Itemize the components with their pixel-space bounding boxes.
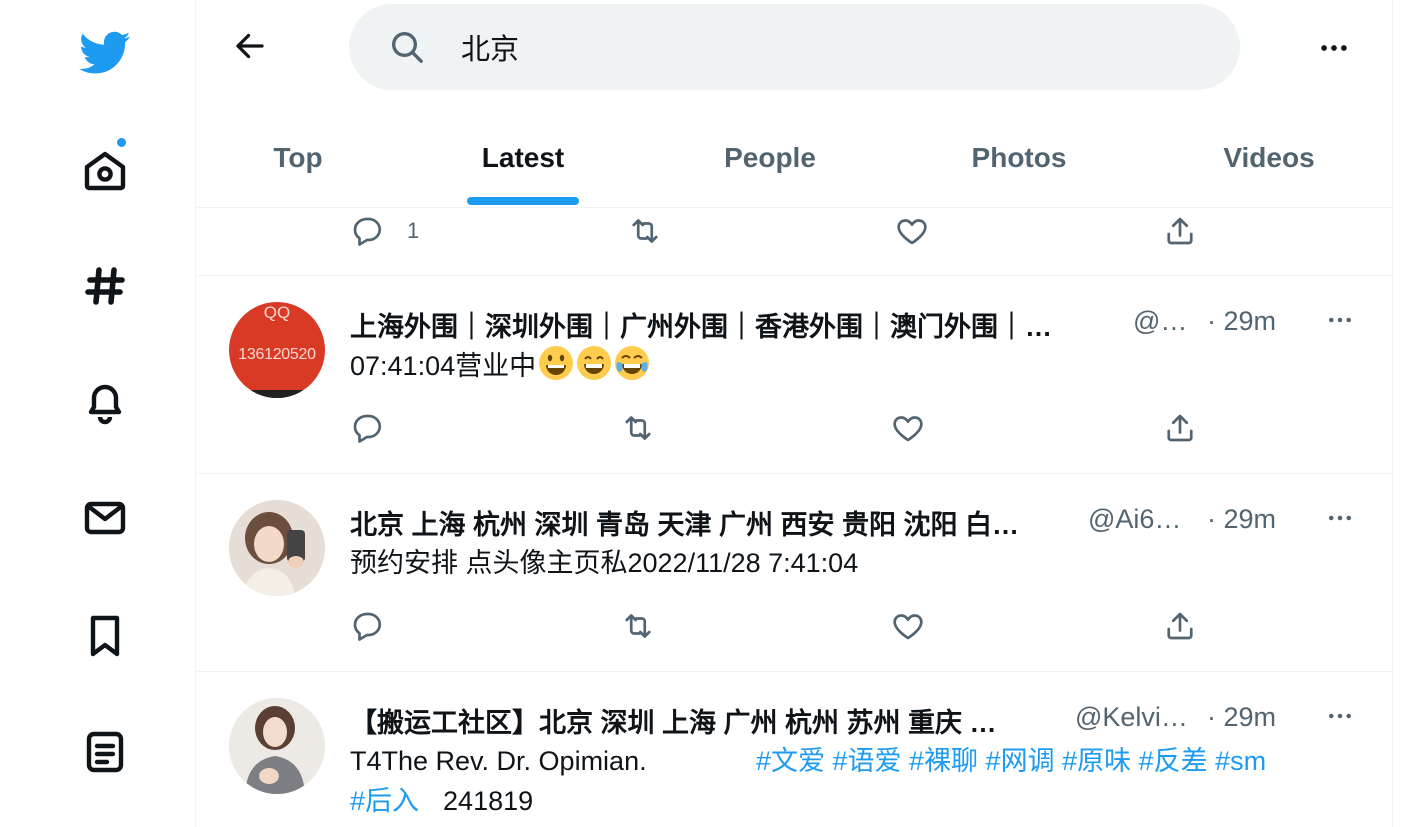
tweet-text-line2: #后入 241819 — [350, 781, 533, 821]
tweet-number: 241819 — [443, 786, 534, 816]
tab-top[interactable]: Top — [243, 108, 353, 207]
tweet-text: 预约安排 点头像主页私2022/11/28 7:41:04 — [350, 548, 859, 578]
reply-count: 1 — [407, 218, 420, 243]
tweet-header: 【搬运工社区】北京 深圳 上海 广州 杭州 苏州 重庆 … — [350, 700, 997, 740]
mail-icon[interactable] — [75, 488, 135, 548]
retweet-icon — [625, 416, 651, 440]
retweet-button[interactable] — [627, 213, 663, 249]
reply-button[interactable]: 1 — [349, 213, 419, 249]
back-arrow-icon[interactable] — [226, 22, 274, 70]
bookmark-icon[interactable] — [75, 606, 135, 666]
share-button[interactable] — [1162, 608, 1198, 644]
heart-icon — [893, 416, 923, 442]
reply-icon — [353, 414, 382, 443]
avatar[interactable] — [229, 698, 325, 794]
share-icon — [1167, 414, 1193, 442]
share-button[interactable] — [1162, 410, 1198, 446]
tweet-more-icon[interactable] — [1320, 500, 1360, 536]
user-handle[interactable]: @Kelvi… — [1075, 702, 1188, 733]
search-icon — [392, 32, 423, 63]
share-icon — [1167, 612, 1193, 640]
tweet[interactable]: QQ 136120520 上海外围｜深圳外围｜广州外围｜香港外围｜澳门外围｜… … — [196, 276, 1394, 474]
explore-hashtag-icon[interactable] — [75, 256, 135, 316]
avatar-qq-text: QQ — [263, 303, 291, 322]
tweet-timestamp[interactable]: · 29m — [1207, 504, 1276, 535]
avatar-photo-icon — [229, 698, 325, 794]
heart-icon — [897, 219, 927, 245]
notification-dot — [115, 136, 128, 149]
display-name[interactable]: 【搬运工社区】北京 深圳 上海 广州 杭州 苏州 重庆 … — [350, 701, 997, 740]
hashtag-list[interactable]: #文爱 #语爱 #裸聊 #网调 #原味 #反差 #sm — [756, 741, 1266, 781]
retweet-button[interactable] — [620, 608, 656, 644]
tweet-text-line1: T4The Rev. Dr. Opimian. — [350, 746, 647, 776]
tweet-more-icon[interactable] — [1320, 302, 1360, 338]
tweet-timestamp[interactable]: · 29m — [1207, 306, 1276, 337]
avatar[interactable]: QQ 136120520 — [229, 302, 325, 398]
user-handle[interactable]: @Ai6… — [1088, 504, 1181, 535]
avatar[interactable] — [229, 500, 325, 596]
tweet[interactable]: 【搬运工社区】北京 深圳 上海 广州 杭州 苏州 重庆 … @Kelvi… · … — [196, 672, 1394, 827]
tweet[interactable]: 北京 上海 杭州 深圳 青岛 天津 广州 西安 贵阳 沈阳 白… @Ai6… ·… — [196, 474, 1394, 672]
tweet-partial[interactable]: 1 — [196, 208, 1394, 276]
more-options-icon[interactable] — [1312, 26, 1356, 70]
bell-icon[interactable] — [75, 372, 135, 432]
reply-icon — [353, 612, 382, 641]
share-icon — [1167, 217, 1193, 245]
tears-of-joy-emoji-icon — [615, 346, 650, 380]
retweet-icon — [625, 614, 651, 638]
like-button[interactable] — [890, 410, 926, 446]
tab-videos[interactable]: Videos — [1204, 108, 1334, 207]
tweet-header: 北京 上海 杭州 深圳 青岛 天津 广州 西安 贵阳 沈阳 白… — [350, 502, 1019, 542]
tweet-timestamp[interactable]: · 29m — [1207, 702, 1276, 733]
like-button[interactable] — [894, 213, 930, 249]
tab-photos[interactable]: Photos — [954, 108, 1084, 207]
grinning-face-emoji-icon — [539, 346, 574, 380]
left-navigation — [0, 0, 196, 827]
tweet-header: 上海外围｜深圳外围｜广州外围｜香港外围｜澳门外围｜… — [350, 304, 1052, 344]
avatar-number-text: 136120520 — [238, 346, 316, 363]
like-button[interactable] — [890, 608, 926, 644]
tab-latest[interactable]: Latest — [458, 108, 588, 207]
retweet-icon — [632, 219, 658, 243]
user-handle[interactable]: @… — [1133, 306, 1187, 337]
tweet-more-icon[interactable] — [1320, 698, 1360, 734]
retweet-button[interactable] — [620, 410, 656, 446]
active-tab-indicator — [467, 197, 579, 205]
reply-icon — [353, 217, 382, 246]
tab-people[interactable]: People — [706, 108, 834, 207]
reply-button[interactable] — [349, 410, 385, 446]
home-icon[interactable] — [75, 136, 135, 200]
tweet-text: 07:41:04营业中 — [350, 345, 650, 386]
share-button[interactable] — [1162, 213, 1198, 249]
hashtag-link[interactable]: #后入 — [350, 786, 419, 816]
heart-icon — [893, 614, 923, 640]
display-name[interactable]: 北京 上海 杭州 深圳 青岛 天津 广州 西安 贵阳 沈阳 白… — [350, 503, 1019, 542]
twitter-logo-icon[interactable] — [75, 22, 135, 82]
search-tabs: Top Latest People Photos Videos — [196, 108, 1394, 208]
avatar-photo-icon — [229, 500, 325, 596]
main-column: Top Latest People Photos Videos 1 QQ 136… — [195, 0, 1394, 827]
search-input[interactable] — [461, 26, 1161, 68]
lists-icon[interactable] — [75, 722, 135, 782]
beaming-face-emoji-icon — [577, 346, 612, 380]
display-name[interactable]: 上海外围｜深圳外围｜广州外围｜香港外围｜澳门外围｜… — [350, 305, 1052, 344]
reply-button[interactable] — [349, 608, 385, 644]
search-box[interactable] — [349, 4, 1240, 90]
